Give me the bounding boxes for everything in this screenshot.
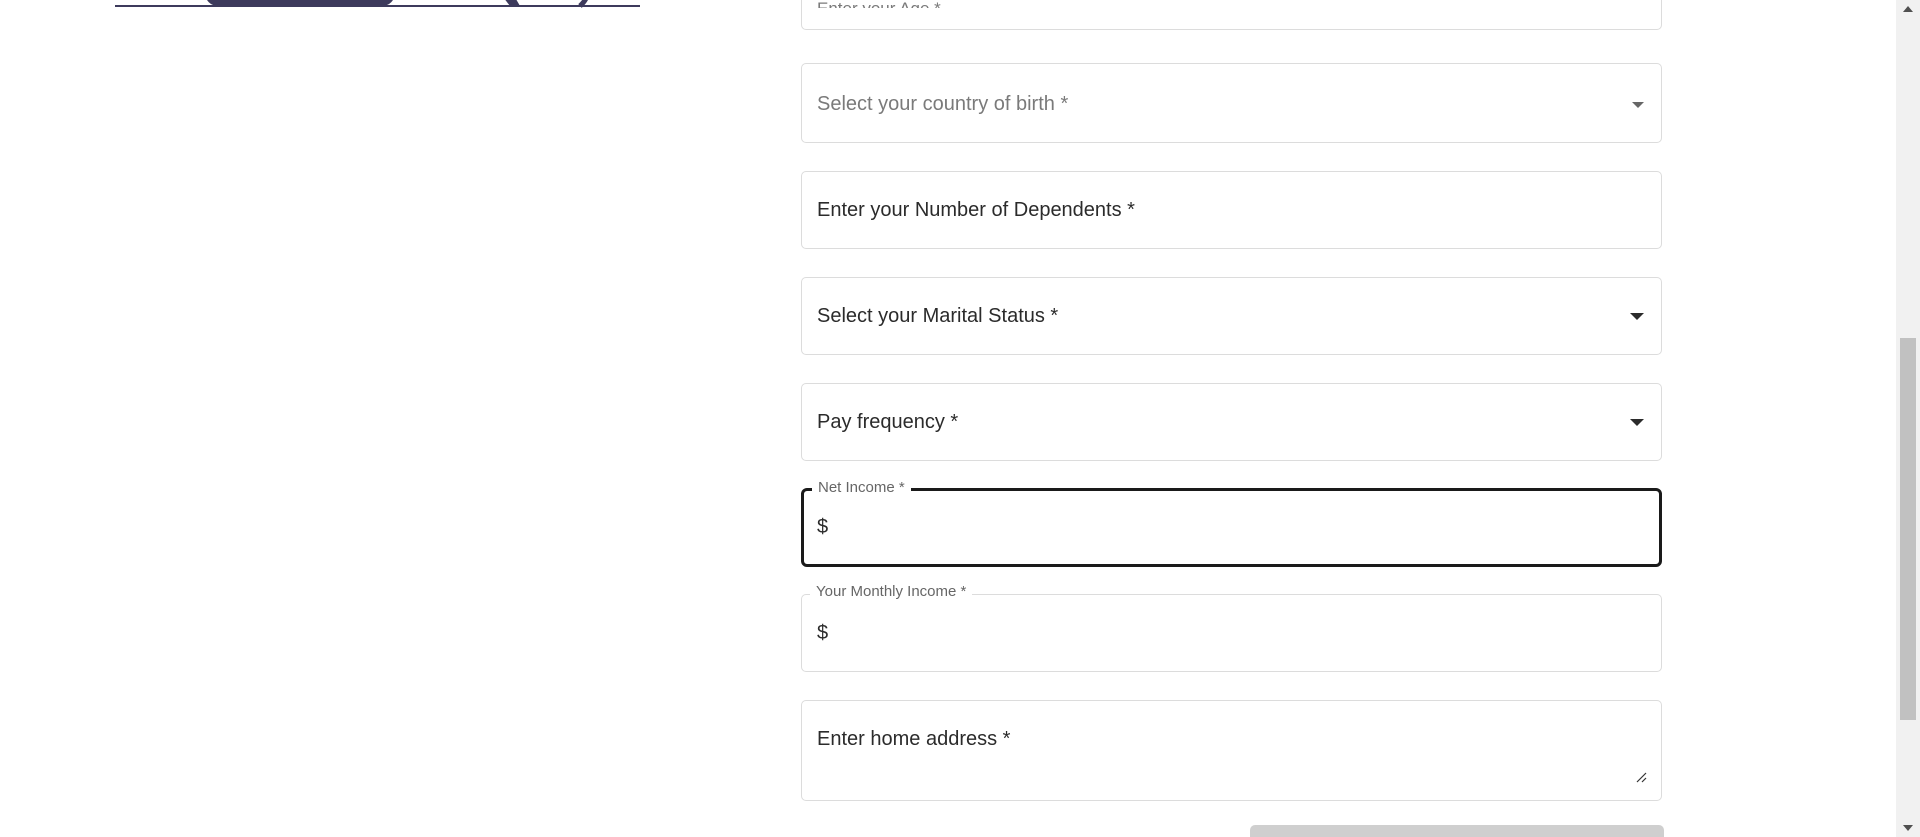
- country-of-birth-select[interactable]: Select your country of birth *: [801, 63, 1662, 143]
- illustration-image: [110, 0, 640, 10]
- marital-status-select[interactable]: Select your Marital Status *: [801, 277, 1662, 355]
- net-income-input[interactable]: Net Income * $: [801, 479, 1662, 567]
- country-of-birth-placeholder: Select your country of birth *: [817, 93, 1069, 115]
- pay-frequency-select[interactable]: Pay frequency *: [801, 383, 1662, 461]
- page: Enter your Age * Select your country of …: [0, 0, 1920, 837]
- monthly-income-currency-prefix: $: [817, 622, 829, 644]
- chevron-down-icon: [1630, 419, 1644, 426]
- net-income-label: Net Income *: [812, 479, 911, 496]
- scroll-down-icon[interactable]: [1903, 825, 1913, 831]
- net-income-currency-prefix: $: [817, 516, 829, 538]
- page-scrollbar[interactable]: [1896, 0, 1920, 837]
- submit-button[interactable]: [1250, 825, 1664, 837]
- scrollbar-thumb[interactable]: [1900, 338, 1916, 720]
- resize-handle-icon[interactable]: [1635, 770, 1647, 783]
- age-field[interactable]: Enter your Age *: [801, 0, 1662, 30]
- home-address-placeholder: Enter home address *: [817, 728, 1011, 750]
- marital-status-placeholder: Select your Marital Status *: [817, 305, 1059, 327]
- chevron-down-icon: [1630, 313, 1644, 320]
- scroll-up-icon[interactable]: [1903, 6, 1913, 12]
- pay-frequency-placeholder: Pay frequency *: [817, 411, 959, 433]
- home-address-textarea[interactable]: Enter home address *: [801, 700, 1662, 801]
- age-field-placeholder: Enter your Age *: [817, 0, 941, 18]
- chevron-down-icon: [1632, 102, 1644, 108]
- dependents-input[interactable]: Enter your Number of Dependents *: [801, 171, 1662, 249]
- monthly-income-input[interactable]: Your Monthly Income * $: [801, 583, 1662, 672]
- dependents-placeholder: Enter your Number of Dependents *: [817, 199, 1135, 221]
- monthly-income-label: Your Monthly Income *: [810, 583, 973, 600]
